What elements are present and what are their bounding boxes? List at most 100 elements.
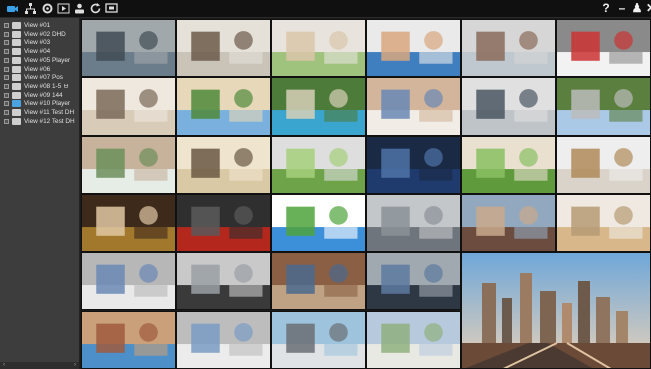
monitor-icon <box>12 56 21 64</box>
video-wall-grid <box>81 19 651 369</box>
camera-tile-face-recognition[interactable] <box>81 135 176 194</box>
expand-icon[interactable] <box>4 83 9 89</box>
tree-item-label: View #09 144 <box>24 91 63 99</box>
tree-item-view[interactable]: View #01 <box>0 22 80 31</box>
form-window-2-image <box>177 311 270 368</box>
refresh-icon[interactable] <box>89 2 102 15</box>
camera-tile-baby-crib[interactable] <box>366 77 461 136</box>
warehouse-conveyor-image <box>557 136 650 193</box>
expand-icon[interactable] <box>4 101 9 107</box>
camera-tile-store-aisle[interactable] <box>176 135 271 194</box>
camera-tile-parking-garage[interactable] <box>176 252 271 311</box>
camera-tile-patio[interactable] <box>461 193 556 253</box>
tree-item-label: View #04 <box>24 48 51 56</box>
camera-tile-warehouse-conveyor[interactable] <box>556 135 651 194</box>
camera-tile-soccer-field[interactable] <box>271 135 366 194</box>
camera-tile-campus-building[interactable] <box>556 77 651 136</box>
living-room-image <box>82 78 175 135</box>
monitor-icon <box>12 74 21 82</box>
soccer-field-image <box>272 136 365 193</box>
white-car-image <box>272 311 365 368</box>
tree-item-label: View #01 <box>24 22 51 29</box>
tree-item-label: View #07 Pos <box>24 74 63 82</box>
tree-item-view[interactable]: View #11 Test DH <box>0 109 80 118</box>
camera-tile-kids-playing[interactable] <box>461 135 556 194</box>
tree-item-view[interactable]: View #06 <box>0 65 80 75</box>
camera-tile-industrial-area[interactable] <box>461 19 556 78</box>
camera-tile-warehouse-boxes[interactable] <box>556 193 651 253</box>
top-toolbar: ? – ♟ ✕ <box>0 0 651 18</box>
expand-icon[interactable] <box>4 40 9 46</box>
library-woman-image <box>82 194 175 252</box>
screen-icon[interactable] <box>105 2 118 15</box>
expand-icon[interactable] <box>4 75 9 81</box>
camera-tile-city-panorama[interactable] <box>461 252 651 369</box>
tree-item-view[interactable]: View #10 Player <box>0 100 80 109</box>
camera-tile-sports-field[interactable] <box>271 193 366 253</box>
account-button[interactable]: ♟ <box>631 2 643 15</box>
expand-icon[interactable] <box>4 57 9 63</box>
expand-icon[interactable] <box>4 31 9 37</box>
camera-tile-white-car[interactable] <box>271 310 366 369</box>
expand-icon[interactable] <box>4 110 9 115</box>
campus-building-image <box>557 78 650 135</box>
scroll-left-button[interactable]: ‹ <box>0 362 8 369</box>
camera-tile-stadium[interactable] <box>366 135 461 194</box>
tree-item-view[interactable]: View #03 <box>0 39 80 48</box>
camera-tile-form-window[interactable] <box>81 252 176 311</box>
user-icon[interactable] <box>73 2 86 15</box>
tree-item-view[interactable]: View #02 DHD <box>0 30 80 40</box>
camera-tile-resort-patio[interactable] <box>271 252 366 311</box>
tree-item-view[interactable]: View #09 144 <box>0 91 80 101</box>
camera-tile-office-workers[interactable] <box>176 19 271 78</box>
tree-item-view[interactable]: View #12 Test DH <box>0 117 80 127</box>
camera-tile-city-panorama[interactable] <box>81 310 176 369</box>
settings-icon[interactable] <box>41 2 54 15</box>
parking-garage-image <box>177 253 270 310</box>
scroll-right-button[interactable]: › <box>71 362 79 369</box>
stadium-image <box>367 136 460 193</box>
close-button[interactable]: ✕ <box>645 2 651 15</box>
expand-icon[interactable] <box>4 66 9 72</box>
monitor-icon <box>12 30 21 38</box>
playback-icon[interactable] <box>57 2 70 15</box>
camera-icon[interactable] <box>6 2 19 15</box>
camera-tile-smiling-man[interactable] <box>366 19 461 78</box>
patio-image <box>462 194 555 252</box>
form-window-image <box>82 253 175 310</box>
expand-icon[interactable] <box>4 92 9 98</box>
network-icon[interactable] <box>24 2 37 15</box>
street-traffic-image <box>82 20 175 77</box>
monitor-icon <box>12 117 21 125</box>
camera-tile-control-room[interactable] <box>366 252 461 311</box>
camera-tile-atm[interactable] <box>461 77 556 136</box>
camera-tile-living-room[interactable] <box>81 77 176 136</box>
tree-item-view[interactable]: View #07 Pos <box>0 74 80 83</box>
camera-tile-form-window-2[interactable] <box>176 310 271 369</box>
camera-tile-web-page[interactable] <box>556 19 651 78</box>
tree-item-view[interactable]: View #04 <box>0 48 80 57</box>
minimize-button[interactable]: – <box>616 2 628 15</box>
house-exterior-image <box>177 78 270 135</box>
expand-icon[interactable] <box>4 49 9 55</box>
expand-icon[interactable] <box>4 118 9 124</box>
camera-tile-map-1[interactable] <box>366 310 461 369</box>
camera-tile-street-traffic[interactable] <box>81 19 176 78</box>
camera-tile-man-woman-park[interactable] <box>271 19 366 78</box>
atm-image <box>462 78 555 135</box>
camera-tile-highway[interactable] <box>366 193 461 253</box>
monitor-icon <box>12 91 21 99</box>
camera-tile-house-exterior[interactable] <box>176 77 271 136</box>
camera-tile-pool[interactable] <box>271 77 366 136</box>
camera-tile-library-woman[interactable] <box>81 193 176 253</box>
city-panorama-image <box>462 253 650 368</box>
horizontal-scrollbar[interactable]: ‹ › <box>0 362 79 369</box>
expand-icon[interactable] <box>4 23 9 28</box>
help-button[interactable]: ? <box>600 2 612 15</box>
tree-item-view[interactable]: View #08 1-5 ㅂ <box>0 82 80 92</box>
tree-item-label: View #03 <box>24 39 51 47</box>
tree-item-view[interactable]: View #05 Player <box>0 56 80 66</box>
camera-tile-red-car-plate[interactable] <box>176 193 271 253</box>
control-room-image <box>367 253 460 310</box>
industrial-area-image <box>462 20 555 77</box>
